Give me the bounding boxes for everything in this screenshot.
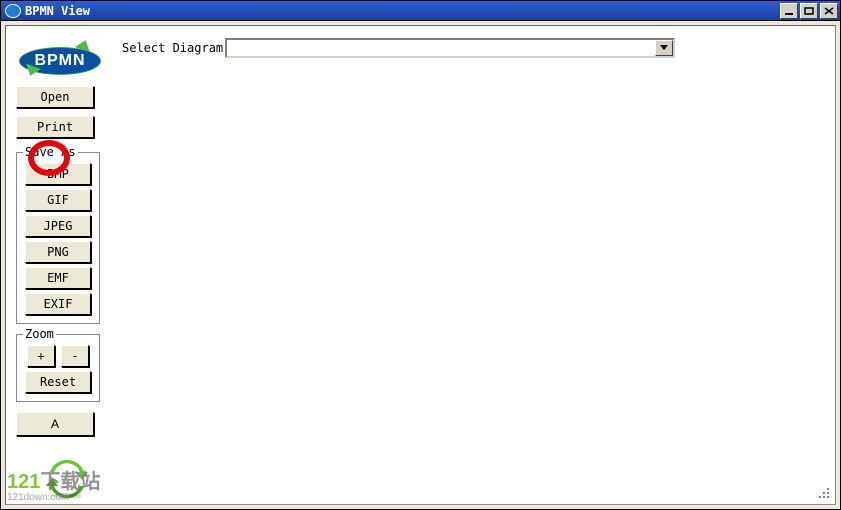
bpmn-logo: BPMN (16, 34, 102, 80)
save-emf-button[interactable]: EMF (25, 267, 91, 289)
diagram-selector-row: Select Diagram (122, 38, 675, 58)
zoom-in-button[interactable]: + (27, 345, 55, 367)
client-area: Select Diagram BPMN Open Print Save As B… (1, 21, 840, 509)
content-panel: Select Diagram BPMN Open Print Save As B… (5, 25, 836, 505)
save-png-button[interactable]: PNG (25, 241, 91, 263)
diagram-dropdown[interactable] (225, 38, 675, 58)
window-title: BPMN View (25, 4, 90, 18)
resize-grip[interactable] (817, 486, 831, 500)
select-diagram-label: Select Diagram (122, 41, 223, 55)
title-bar: BPMN View (1, 1, 840, 21)
window-controls (778, 1, 840, 20)
save-as-title: Save As (23, 145, 78, 159)
save-bmp-button[interactable]: BMP (25, 163, 91, 185)
zoom-group: Zoom + - Reset (16, 334, 100, 402)
zoom-reset-button[interactable]: Reset (25, 371, 91, 393)
save-as-group: Save As BMP GIF JPEG PNG EMF EXIF (16, 152, 100, 324)
save-gif-button[interactable]: GIF (25, 189, 91, 211)
sidebar: BPMN Open Print Save As BMP GIF JPEG PNG… (16, 34, 108, 436)
diagram-dropdown-value (227, 40, 655, 56)
save-jpeg-button[interactable]: JPEG (25, 215, 91, 237)
maximize-button[interactable] (800, 3, 818, 19)
app-icon (5, 4, 21, 18)
open-button[interactable]: Open (16, 86, 94, 108)
about-button-label: A (51, 417, 59, 431)
chevron-down-icon[interactable] (655, 40, 673, 56)
minimize-button[interactable] (780, 3, 798, 19)
close-button[interactable] (820, 3, 838, 19)
recycle-icon (46, 458, 88, 500)
zoom-title: Zoom (23, 327, 56, 341)
zoom-out-button[interactable]: - (61, 345, 89, 367)
save-exif-button[interactable]: EXIF (25, 293, 91, 315)
print-button[interactable]: Print (16, 116, 94, 138)
about-button[interactable]: A (16, 412, 94, 436)
